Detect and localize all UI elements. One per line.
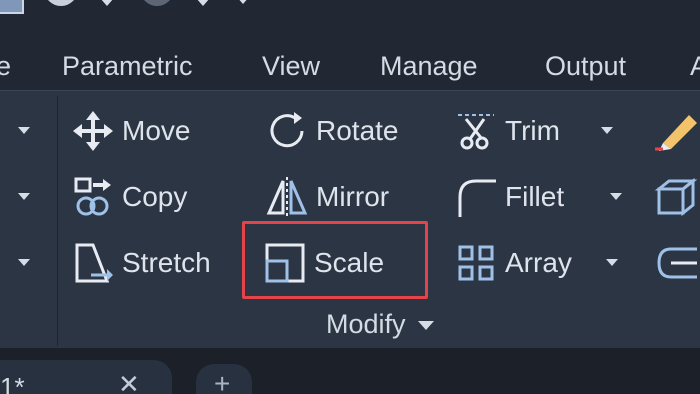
fillet-icon xyxy=(453,175,499,219)
left-panel-dropdown-1[interactable] xyxy=(18,127,30,134)
left-panel-dropdown-3[interactable] xyxy=(18,259,30,266)
modify-panel-label: Modify xyxy=(326,309,406,339)
trim-label: Trim xyxy=(505,115,560,146)
tab-partial-left[interactable]: e xyxy=(0,50,11,82)
rotate-icon xyxy=(264,109,310,153)
tab-parametric[interactable]: Parametric xyxy=(62,50,193,82)
array-icon xyxy=(453,241,499,285)
mirror-label: Mirror xyxy=(316,181,390,212)
redo-dropdown-icon[interactable] xyxy=(196,0,210,6)
rotate-button[interactable]: Rotate xyxy=(264,109,399,153)
redo-icon[interactable] xyxy=(140,0,174,6)
box-icon xyxy=(652,175,698,219)
move-icon xyxy=(70,109,116,153)
join-icon xyxy=(652,241,698,285)
modify-panel-expand-icon[interactable] xyxy=(417,321,434,330)
pencil-icon xyxy=(652,109,698,153)
mirror-button[interactable]: Mirror xyxy=(264,175,389,219)
quick-access-toolbar xyxy=(0,0,700,40)
save-icon[interactable] xyxy=(0,0,24,14)
trim-icon xyxy=(453,109,499,153)
fillet-dropdown-icon[interactable] xyxy=(610,193,622,200)
fillet-button[interactable]: Fillet xyxy=(453,175,564,219)
box-tool-partial-button[interactable] xyxy=(652,175,700,219)
draw-tool-partial-button[interactable] xyxy=(652,109,700,153)
fillet-label: Fillet xyxy=(505,181,565,212)
modify-panel-title[interactable]: Modify xyxy=(326,307,434,341)
move-button[interactable]: Move xyxy=(70,109,190,153)
copy-icon xyxy=(70,175,116,219)
copy-label: Copy xyxy=(122,181,188,212)
drawing-tab-label: 1* xyxy=(0,372,25,394)
array-label: Array xyxy=(505,247,572,278)
tab-partial-right[interactable]: A xyxy=(690,50,700,82)
mirror-icon xyxy=(264,175,310,219)
undo-icon[interactable] xyxy=(44,0,78,6)
tab-output[interactable]: Output xyxy=(545,50,626,82)
array-button[interactable]: Array xyxy=(453,241,572,285)
panel-separator xyxy=(57,96,58,346)
drawing-tab[interactable] xyxy=(0,360,172,394)
stretch-icon xyxy=(70,241,116,285)
trim-button[interactable]: Trim xyxy=(453,109,560,153)
array-dropdown-icon[interactable] xyxy=(606,259,618,266)
undo-dropdown-icon[interactable] xyxy=(100,0,114,6)
tab-manage[interactable]: Manage xyxy=(380,50,478,82)
rotate-label: Rotate xyxy=(316,115,399,146)
copy-button[interactable]: Copy xyxy=(70,175,187,219)
stretch-button[interactable]: Stretch xyxy=(70,241,211,285)
close-tab-icon[interactable]: ✕ xyxy=(118,371,140,394)
left-panel-dropdown-2[interactable] xyxy=(18,193,30,200)
plus-icon: + xyxy=(214,368,231,394)
move-label: Move xyxy=(122,115,191,146)
customize-toolbar-icon[interactable] xyxy=(236,0,250,4)
tab-view[interactable]: View xyxy=(262,50,320,82)
stretch-label: Stretch xyxy=(122,247,211,278)
join-tool-partial-button[interactable] xyxy=(652,241,700,285)
trim-dropdown-icon[interactable] xyxy=(601,127,613,134)
autocad-ribbon-window: e Parametric View Manage Output A Move R… xyxy=(0,0,700,394)
scale-highlight-box xyxy=(242,221,428,299)
